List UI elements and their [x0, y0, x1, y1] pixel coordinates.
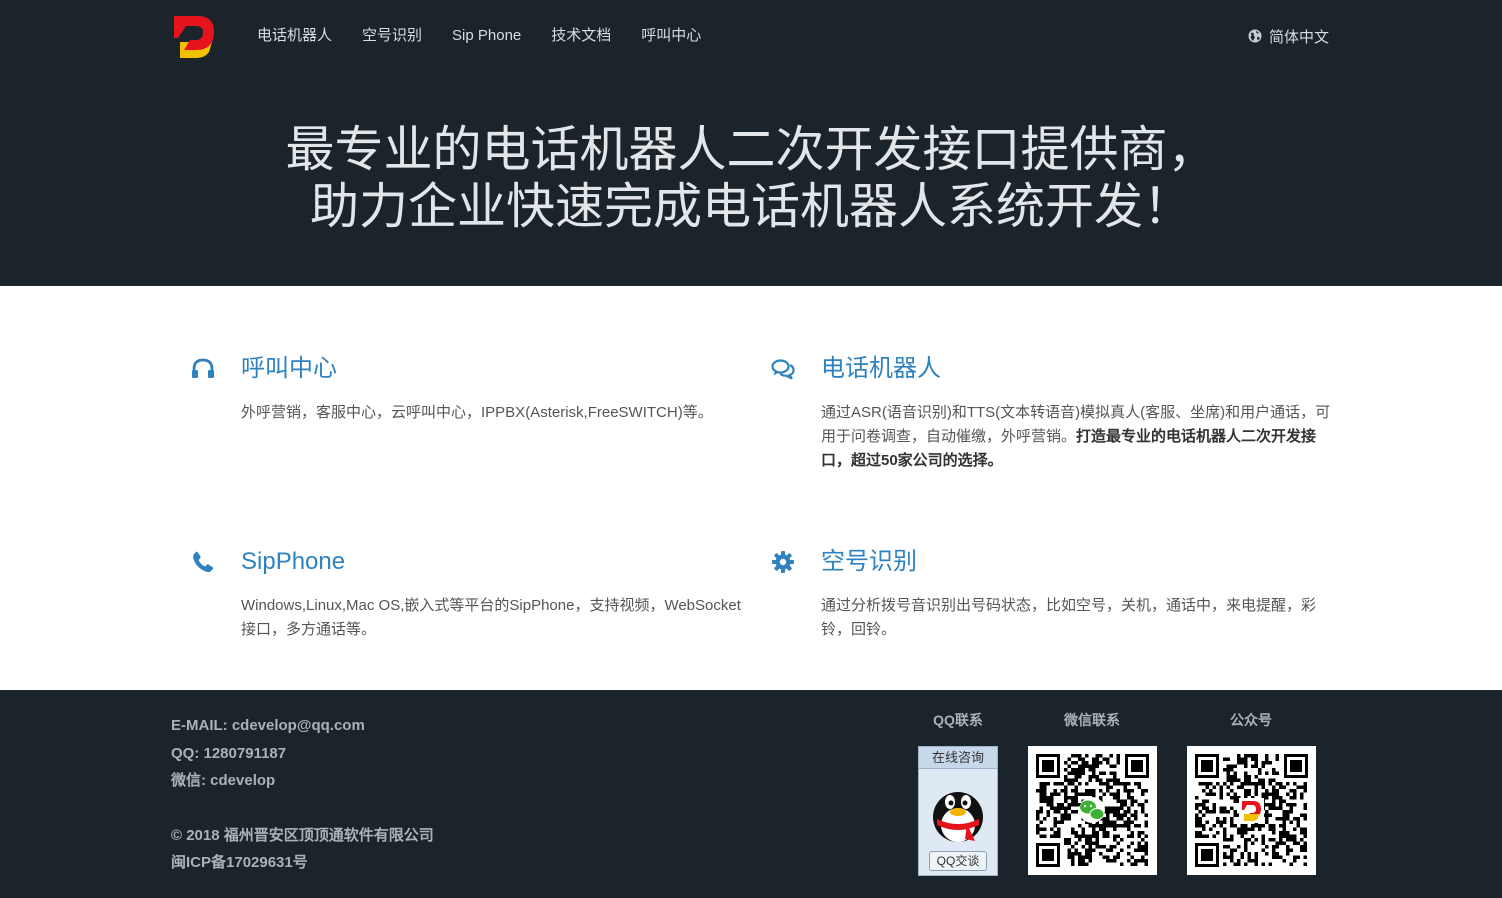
hero-line-2: 助力企业快速完成电话机器人系统开发！: [309, 180, 1192, 234]
official-account-block: 公众号: [1186, 710, 1316, 875]
feature-description: 通过分析拨号音识别出号码状态，比如空号，关机，通话中，来电提醒，彩铃，回铃。: [821, 597, 1317, 638]
contact-qq: QQ: 1280791187: [171, 744, 287, 762]
header: 电话机器人 空号识别 Sip Phone 技术文档 呼叫中心 简体中文 最专业的…: [0, 0, 1502, 286]
official-account-qr-code: [1187, 746, 1316, 875]
phone-icon: [193, 551, 214, 573]
nav-item-sip-phone[interactable]: Sip Phone: [437, 22, 536, 50]
qq-contact-block: QQ联系 在线咨询 QQ交谈: [893, 710, 1023, 876]
wechat-qr-code: [1028, 746, 1157, 875]
globe-icon: [1248, 29, 1262, 43]
feature-description: Windows,Linux,Mac OS,嵌入式等平台的SipPhone，支持视…: [241, 597, 741, 638]
qq-widget-title: 在线咨询: [919, 747, 997, 769]
wechat-contact-block: 微信联系: [1027, 710, 1157, 875]
qq-chat-widget[interactable]: 在线咨询 QQ交谈: [918, 746, 998, 876]
contact-info: E-MAIL: cdevelop@qq.com QQ: 1280791187 微…: [171, 712, 434, 877]
contact-email: E-MAIL: cdevelop@qq.com: [171, 717, 365, 734]
language-selector[interactable]: 简体中文: [1248, 22, 1329, 50]
feature-title: 电话机器人: [821, 355, 941, 382]
nav-item-tech-docs[interactable]: 技术文档: [536, 22, 626, 50]
hero-line-1: 最专业的电话机器人二次开发接口提供商，: [285, 123, 1217, 177]
icp-number[interactable]: 闽ICP备17029631号: [171, 849, 434, 877]
chat-bubbles-icon: [771, 359, 795, 380]
qq-penguin-icon: [933, 792, 983, 842]
headset-icon: [192, 358, 214, 378]
feature-title: 空号识别: [821, 548, 917, 575]
main-nav: 电话机器人 空号识别 Sip Phone 技术文档 呼叫中心: [242, 22, 716, 50]
nav-item-empty-number[interactable]: 空号识别: [347, 22, 437, 50]
site-logo[interactable]: [172, 12, 220, 60]
feature-title: SipPhone: [241, 548, 346, 575]
qr-label: 微信联系: [1064, 712, 1120, 728]
feature-description: 外呼营销，客服中心，云呼叫中心，IPPBX(Asterisk,FreeSWITC…: [241, 404, 713, 421]
gear-icon: [772, 551, 794, 573]
contact-wechat: 微信: cdevelop: [171, 772, 276, 789]
qr-label: QQ联系: [933, 712, 983, 728]
nav-item-call-center[interactable]: 呼叫中心: [626, 22, 716, 50]
copyright: © 2018 福州晋安区顶顶通软件有限公司: [171, 826, 434, 844]
footer: E-MAIL: cdevelop@qq.com QQ: 1280791187 微…: [0, 690, 1502, 898]
nav-item-phone-robot[interactable]: 电话机器人: [242, 22, 347, 50]
qr-label: 公众号: [1230, 712, 1272, 728]
feature-description: 通过ASR(语音识别)和TTS(文本转语音)模拟真人(客服、坐席)和用户通话，可…: [821, 401, 1333, 473]
qq-chat-button[interactable]: QQ交谈: [929, 851, 987, 871]
hero-title: 最专业的电话机器人二次开发接口提供商， 助力企业快速完成电话机器人系统开发！: [0, 122, 1502, 236]
language-label: 简体中文: [1269, 28, 1330, 46]
feature-title: 呼叫中心: [241, 355, 337, 382]
